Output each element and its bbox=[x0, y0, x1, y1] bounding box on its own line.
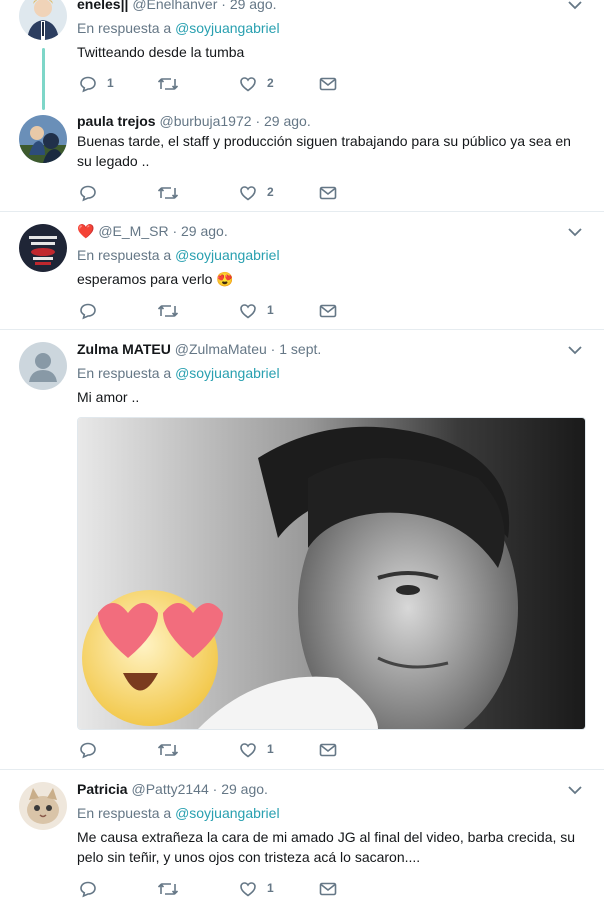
reply-icon bbox=[80, 881, 96, 898]
tweet-header: Patricia @Patty2144 · 29 ago. bbox=[77, 781, 268, 797]
default-avatar-icon bbox=[19, 342, 67, 390]
like-count: 1 bbox=[267, 881, 274, 895]
photo-image bbox=[78, 418, 585, 729]
display-name[interactable]: Patricia bbox=[77, 781, 128, 797]
separator-dot: · bbox=[255, 113, 261, 129]
tweet: Zulma MATEU @ZulmaMateu · 1 sept. En res… bbox=[0, 330, 604, 769]
tweet-text: esperamos para verlo 😍 bbox=[77, 271, 234, 287]
chevron-down-icon[interactable] bbox=[568, 785, 582, 795]
tweet: eneles|| @Enelhanver · 29 ago. En respue… bbox=[0, 0, 604, 110]
avatar[interactable] bbox=[19, 342, 67, 390]
tweet-actions: 2 bbox=[79, 184, 379, 202]
tweet-text: Twitteando desde la tumba bbox=[77, 44, 245, 60]
envelope-icon bbox=[319, 743, 337, 757]
tweet: Patricia @Patty2144 · 29 ago. En respues… bbox=[0, 770, 604, 904]
tweet-header: ❤️ @E_M_SR · 29 ago. bbox=[77, 223, 228, 240]
heart-icon bbox=[240, 743, 256, 758]
display-name[interactable]: eneles|| bbox=[77, 0, 128, 12]
tweet-photo[interactable] bbox=[77, 417, 586, 730]
like-count: 1 bbox=[267, 742, 274, 756]
reply-icon bbox=[80, 185, 96, 202]
like-count: 2 bbox=[267, 76, 274, 90]
retweet-icon bbox=[157, 78, 179, 90]
reply-context: En respuesta a @soyjuangabriel bbox=[77, 20, 280, 36]
like-count: 2 bbox=[267, 185, 274, 199]
tweet-actions: 1 bbox=[79, 302, 379, 320]
tweet-header: paula trejos @burbuja1972 · 29 ago. bbox=[77, 113, 311, 129]
username[interactable]: @E_M_SR bbox=[98, 223, 168, 239]
separator-dot: · bbox=[172, 223, 178, 239]
reply-prefix: En respuesta a bbox=[77, 20, 172, 36]
reply-mention[interactable]: @soyjuangabriel bbox=[175, 805, 280, 821]
separator-dot: · bbox=[270, 341, 276, 357]
reply-prefix: En respuesta a bbox=[77, 247, 172, 263]
separator-dot: · bbox=[212, 781, 218, 797]
tweet-text: Mi amor .. bbox=[77, 389, 140, 405]
heart-icon bbox=[240, 882, 256, 897]
envelope-icon bbox=[319, 186, 337, 200]
separator-dot: · bbox=[221, 0, 226, 12]
heart-icon bbox=[240, 186, 256, 201]
envelope-icon bbox=[319, 304, 337, 318]
display-name[interactable]: paula trejos bbox=[77, 113, 156, 129]
tweet: paula trejos @burbuja1972 · 29 ago. Buen… bbox=[0, 110, 604, 211]
tweet-actions: 1 bbox=[79, 880, 379, 898]
retweet-icon bbox=[157, 187, 179, 199]
tweet-actions: 1 2 bbox=[79, 75, 379, 93]
envelope-icon bbox=[319, 882, 337, 896]
timestamp[interactable]: 29 ago. bbox=[181, 223, 228, 239]
username[interactable]: @Enelhanver bbox=[132, 0, 217, 12]
reply-icon bbox=[80, 76, 96, 93]
chevron-down-icon[interactable] bbox=[568, 227, 582, 237]
reply-mention[interactable]: @soyjuangabriel bbox=[175, 365, 280, 381]
thread-line bbox=[42, 48, 45, 110]
reply-icon bbox=[80, 742, 96, 759]
envelope-icon bbox=[319, 77, 337, 91]
timestamp[interactable]: 29 ago. bbox=[264, 113, 311, 129]
tweet: ❤️ @E_M_SR · 29 ago. En respuesta a @soy… bbox=[0, 212, 604, 329]
heart-icon bbox=[240, 304, 256, 319]
reply-context: En respuesta a @soyjuangabriel bbox=[77, 247, 280, 263]
avatar[interactable] bbox=[19, 782, 67, 830]
reply-context: En respuesta a @soyjuangabriel bbox=[77, 365, 280, 381]
tweet-text: Me causa extrañeza la cara de mi amado J… bbox=[77, 829, 576, 865]
avatar[interactable] bbox=[19, 115, 67, 163]
retweet-icon bbox=[157, 305, 179, 317]
chevron-down-icon[interactable] bbox=[568, 0, 582, 10]
timestamp[interactable]: 1 sept. bbox=[279, 341, 321, 357]
tweet-header: eneles|| @Enelhanver · 29 ago. bbox=[77, 0, 277, 12]
display-name[interactable]: Zulma MATEU bbox=[77, 341, 171, 357]
tweet-actions: 1 bbox=[79, 741, 379, 759]
reply-icon bbox=[80, 303, 96, 320]
tweet-text: Buenas tarde, el staff y producción sigu… bbox=[77, 133, 571, 169]
like-count: 1 bbox=[267, 303, 274, 317]
username[interactable]: @burbuja1972 bbox=[159, 113, 251, 129]
reply-prefix: En respuesta a bbox=[77, 365, 172, 381]
username[interactable]: @Patty2144 bbox=[131, 781, 208, 797]
reply-prefix: En respuesta a bbox=[77, 805, 172, 821]
avatar[interactable] bbox=[19, 224, 67, 272]
reply-mention[interactable]: @soyjuangabriel bbox=[175, 20, 280, 36]
timestamp[interactable]: 29 ago. bbox=[221, 781, 268, 797]
tweet-header: Zulma MATEU @ZulmaMateu · 1 sept. bbox=[77, 341, 321, 357]
avatar[interactable] bbox=[19, 0, 67, 40]
chevron-down-icon[interactable] bbox=[568, 345, 582, 355]
heart-icon bbox=[240, 77, 256, 92]
reply-context: En respuesta a @soyjuangabriel bbox=[77, 805, 280, 821]
reply-mention[interactable]: @soyjuangabriel bbox=[175, 247, 280, 263]
display-name[interactable]: ❤️ bbox=[77, 223, 94, 239]
reply-count: 1 bbox=[107, 76, 114, 90]
timestamp[interactable]: 29 ago. bbox=[230, 0, 277, 12]
retweet-icon bbox=[157, 744, 179, 756]
retweet-icon bbox=[157, 883, 179, 895]
username[interactable]: @ZulmaMateu bbox=[175, 341, 267, 357]
